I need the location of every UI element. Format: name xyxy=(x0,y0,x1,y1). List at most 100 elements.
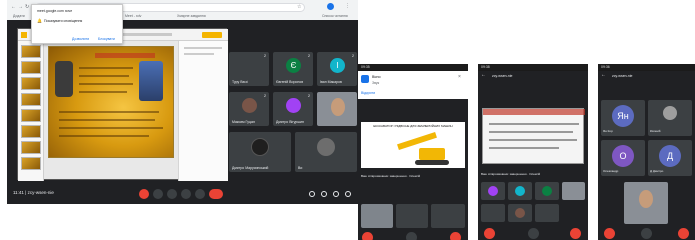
end-call-button[interactable] xyxy=(570,228,581,239)
forward-icon[interactable]: → xyxy=(18,4,23,10)
end-call-button[interactable] xyxy=(209,189,223,199)
raise-hand-button[interactable] xyxy=(167,189,177,199)
participant-tile[interactable]: Євгеній xyxy=(648,100,692,136)
slide-text-line xyxy=(79,83,133,85)
popup-title: meet.google.com хоче xyxy=(37,9,73,13)
participant-video-tile[interactable] xyxy=(361,204,393,228)
participant-tile[interactable]: Д Д Дмитро xyxy=(648,140,692,176)
participant-face xyxy=(331,98,345,116)
participant-avatar: І xyxy=(330,58,345,73)
excavator-tracks xyxy=(415,160,449,165)
share-button[interactable] xyxy=(202,32,222,38)
info-icon[interactable] xyxy=(309,191,315,197)
notification-title: Вікно xyxy=(372,75,381,79)
participant-tile[interactable] xyxy=(396,204,428,228)
shared-screen xyxy=(17,28,228,181)
participant-tile[interactable]: 2 Дмитро Вігуршин xyxy=(273,92,313,126)
mic-off-button[interactable] xyxy=(484,228,495,239)
document-line xyxy=(489,147,559,149)
phone-screen-1: 09:35 Вікно Звук Відкрити × ЕКСКАВАТОР І… xyxy=(358,64,468,240)
camera-button[interactable] xyxy=(153,189,163,199)
participant-name: Дмитро Вігуршин xyxy=(276,120,304,124)
slide-thumbnail[interactable] xyxy=(21,61,41,74)
mic-off-button[interactable] xyxy=(362,232,373,240)
allow-button[interactable]: Дозволити xyxy=(72,37,89,41)
participant-tile[interactable]: І 2 Іван Макаров xyxy=(317,52,357,86)
notification-link[interactable]: Відкрити xyxy=(361,91,375,95)
bookmark-item[interactable]: Хмарне завдання xyxy=(177,12,206,20)
participant-tile[interactable] xyxy=(508,182,532,200)
profile-icon[interactable] xyxy=(327,3,334,10)
camera-button[interactable] xyxy=(406,232,417,240)
participant-tile[interactable] xyxy=(481,204,505,222)
participant-video-tile[interactable] xyxy=(317,92,357,126)
back-icon[interactable]: ← xyxy=(11,4,16,10)
slide-text-line xyxy=(59,127,163,129)
camera-button[interactable] xyxy=(528,228,539,239)
participant-name: Дмитро Марусинський xyxy=(232,166,269,170)
slide-thumbnail[interactable] xyxy=(21,141,41,154)
bookmark-item[interactable]: Додати xyxy=(13,12,25,20)
participant-tile[interactable] xyxy=(535,182,559,200)
activities-icon[interactable] xyxy=(345,191,351,197)
participant-photo xyxy=(251,138,269,156)
chat-icon[interactable] xyxy=(333,191,339,197)
self-video-tile[interactable] xyxy=(624,182,668,224)
back-arrow-icon[interactable]: ← xyxy=(601,72,606,78)
slide-text-line xyxy=(59,119,155,121)
participant-tile[interactable]: Дмитро Марусинський xyxy=(229,132,291,172)
slide-thumbnail[interactable] xyxy=(21,109,41,122)
participant-tile[interactable] xyxy=(481,182,505,200)
participant-avatar: Є xyxy=(286,58,301,73)
participant-tile[interactable] xyxy=(508,204,532,222)
star-icon[interactable]: ☆ xyxy=(297,4,301,10)
mic-off-button[interactable] xyxy=(139,189,149,199)
participant-tile[interactable]: 2 Туру Вюзі xyxy=(229,52,269,86)
browser-window: ← → ↻ ● meet.google.com/dcs-moza-hre ☆ ⋮… xyxy=(7,0,358,204)
bookmark-item[interactable]: Meet - xdv xyxy=(125,12,141,20)
participant-name: Іван Макаров xyxy=(320,80,342,84)
participant-tile[interactable] xyxy=(431,204,465,228)
participant-avatar xyxy=(286,98,301,113)
status-bar: 09:36 xyxy=(598,64,695,71)
participant-count: 2 xyxy=(264,94,266,98)
back-arrow-icon[interactable]: ← xyxy=(481,72,486,78)
participant-tile[interactable]: Ян Ян Кор xyxy=(601,100,645,136)
slide-thumbnail[interactable] xyxy=(21,77,41,90)
mic-off-button[interactable] xyxy=(604,228,615,239)
slide-caption: ЕКСКАВАТОР І ПІДВІСНЕ ДЛЯ ЗЕМЛЕРИЙНИХ МА… xyxy=(373,124,453,128)
participant-name: Євгеній Воронов xyxy=(276,80,304,84)
call-caption: Ваш співрозмовник: завершення · Олексій xyxy=(481,172,541,176)
menu-icon[interactable]: ⋮ xyxy=(345,3,350,9)
slide-thumbnail[interactable] xyxy=(21,45,41,58)
participant-avatar xyxy=(515,186,525,196)
slide-thumbnail[interactable] xyxy=(21,125,41,138)
close-icon[interactable]: × xyxy=(458,74,461,80)
participant-tile[interactable]: Є 2 Євгеній Воронов xyxy=(273,52,313,86)
side-panel xyxy=(178,41,228,181)
participant-tile[interactable]: 2 Максим Гуцал xyxy=(229,92,269,126)
present-button[interactable] xyxy=(181,189,191,199)
camera-button[interactable] xyxy=(641,228,652,239)
people-icon[interactable] xyxy=(321,191,327,197)
participant-photo xyxy=(663,106,677,120)
reload-icon[interactable]: ↻ xyxy=(25,4,29,10)
slide-image-part xyxy=(139,61,163,101)
more-options-button[interactable] xyxy=(195,189,205,199)
participant-tile[interactable]: Ви xyxy=(295,132,357,172)
bookmark-item[interactable]: Список читання xyxy=(322,12,348,20)
participant-name: Євгеній xyxy=(650,129,661,133)
end-call-button[interactable] xyxy=(678,228,689,239)
participant-name: Ян Кор xyxy=(603,129,613,133)
slide-thumbnail[interactable] xyxy=(21,93,41,106)
participant-tile[interactable]: О Олександр xyxy=(601,140,645,176)
participant-tile[interactable] xyxy=(535,204,559,222)
block-button[interactable]: Блокувати xyxy=(98,37,115,41)
meeting-title: zcy-wsen-nie xyxy=(492,74,513,78)
participant-video-tile[interactable] xyxy=(562,182,585,200)
slide-thumbnail[interactable] xyxy=(21,157,41,170)
phone-screen-3: 09:36 ← zcy-wsen-nie Ян Ян Кор Євгеній О… xyxy=(598,64,695,240)
end-call-button[interactable] xyxy=(450,232,461,240)
screenshot-canvas: ← → ↻ ● meet.google.com/dcs-moza-hre ☆ ⋮… xyxy=(0,0,695,240)
meeting-title: zcy-wsen-nie xyxy=(612,74,633,78)
